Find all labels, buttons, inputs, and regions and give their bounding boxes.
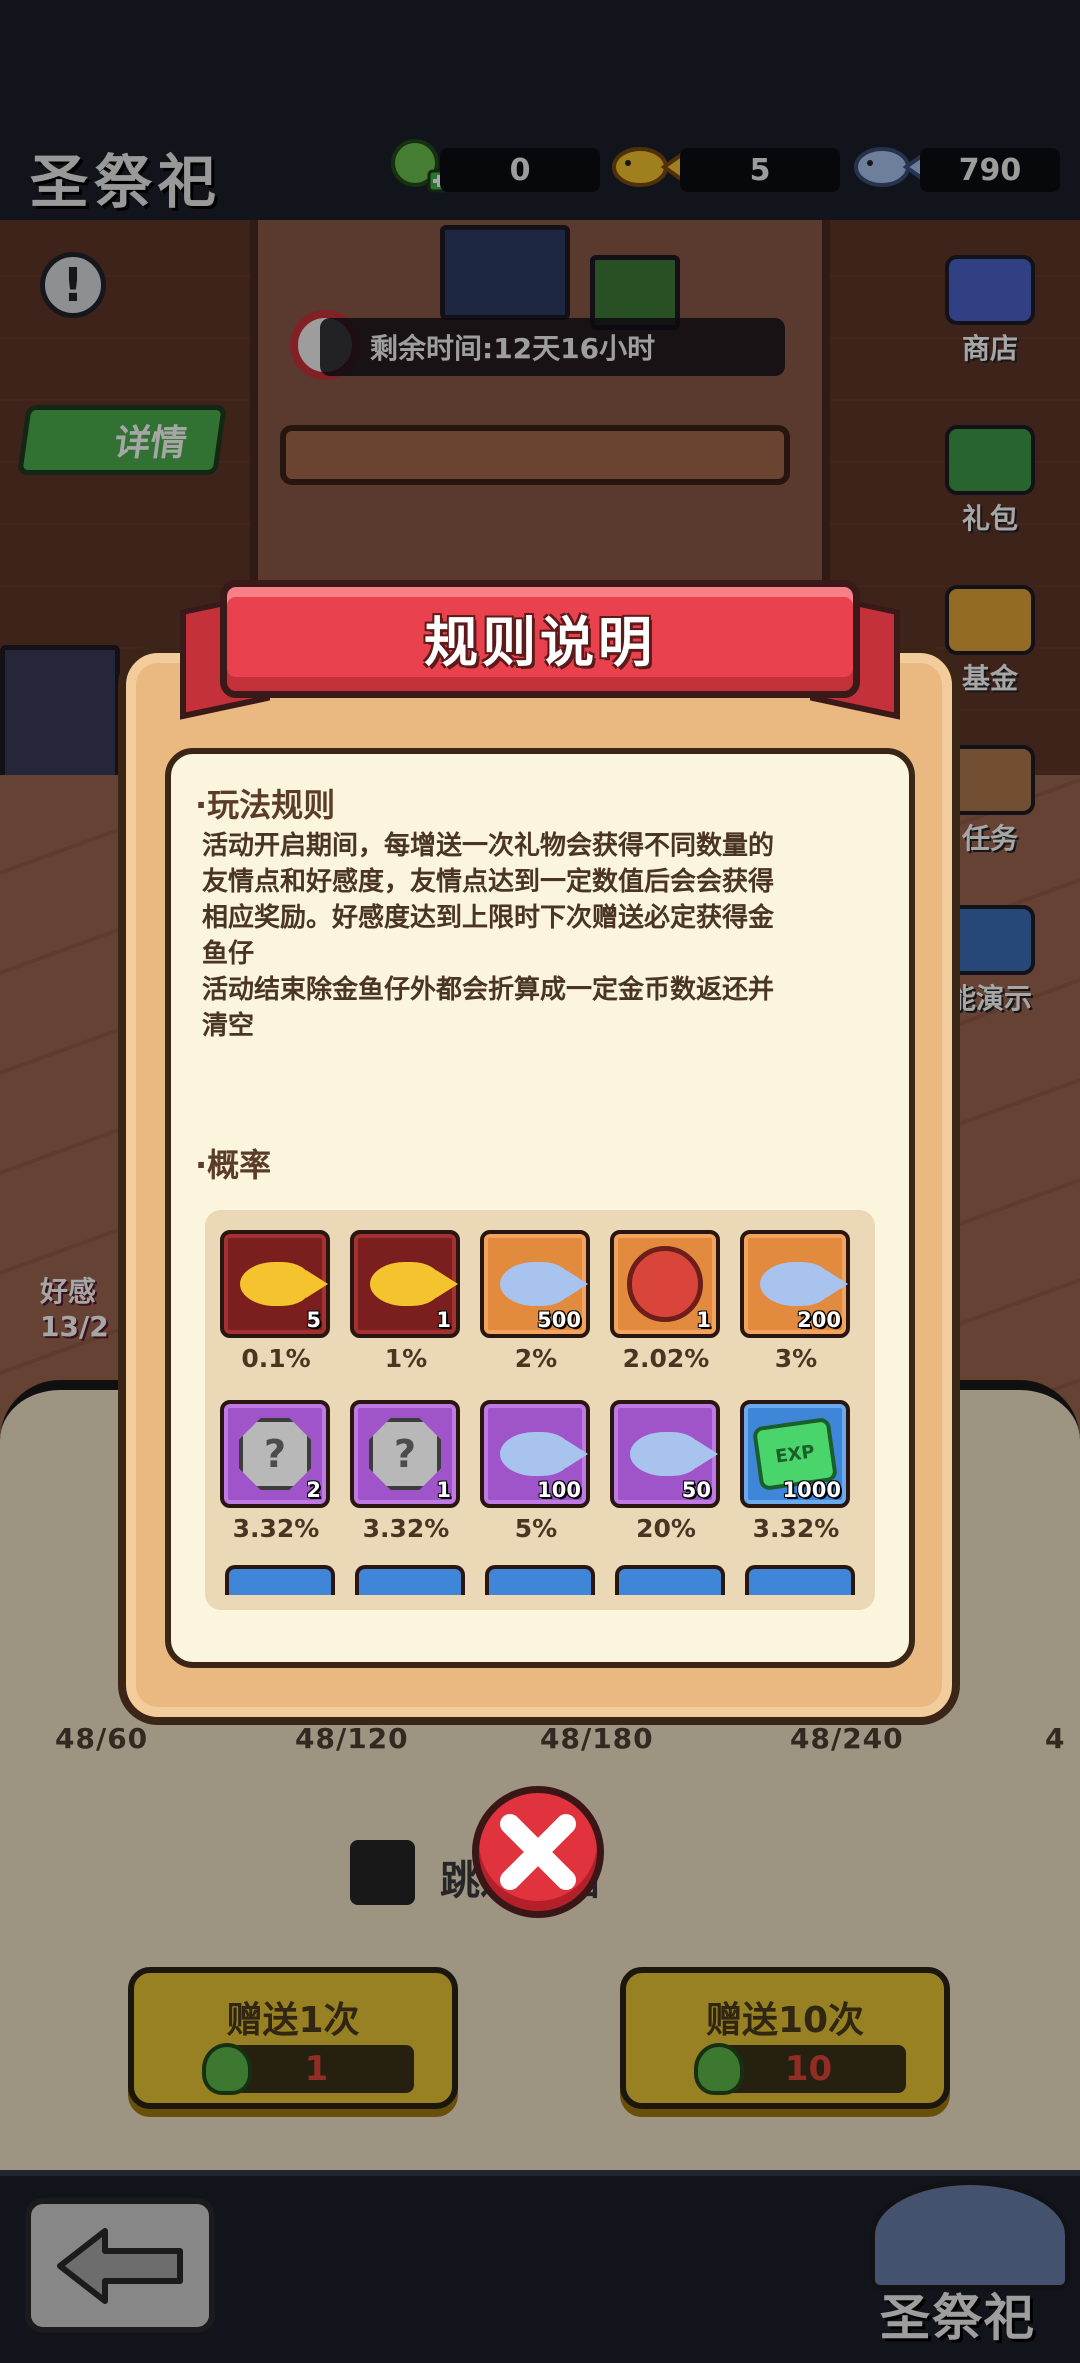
reward-probability: 2.02% — [622, 1344, 710, 1373]
reward-tile-partial — [615, 1565, 725, 1595]
gold-fish-icon — [370, 1262, 458, 1306]
reward-item: ? 2 3.32% — [220, 1400, 332, 1543]
reward-probability: 3% — [774, 1344, 818, 1373]
reward-tile: EXP 1000 — [740, 1400, 850, 1508]
mystery-stone-icon: ? — [369, 1418, 441, 1490]
reward-tile-partial — [355, 1565, 465, 1595]
silver-fish-icon — [500, 1432, 588, 1476]
reward-item: 1 2.02% — [610, 1230, 722, 1373]
reward-tile: 5 — [220, 1230, 330, 1338]
reward-probability: 0.1% — [241, 1344, 311, 1373]
reward-item: EXP 1000 3.32% — [740, 1400, 852, 1543]
close-button[interactable] — [472, 1786, 604, 1918]
reward-tile-partial — [225, 1565, 335, 1595]
close-icon — [500, 1814, 576, 1890]
reward-quantity: 200 — [797, 1308, 841, 1332]
reward-tile: 1 — [350, 1230, 460, 1338]
reward-quantity: 2 — [306, 1478, 321, 1502]
reward-tile: 100 — [480, 1400, 590, 1508]
reward-item: 200 3% — [740, 1230, 852, 1373]
reward-quantity: 5 — [306, 1308, 321, 1332]
reward-tile: 50 — [610, 1400, 720, 1508]
reward-quantity: 100 — [537, 1478, 581, 1502]
reward-item: 100 5% — [480, 1400, 592, 1543]
rules-text: 活动开启期间，每增送一次礼物会获得不同数量的 友情点和好感度，友情点达到一定数值… — [202, 831, 775, 1041]
reward-tile: ? 2 — [220, 1400, 330, 1508]
reward-probability: 3.32% — [232, 1514, 320, 1543]
reward-tile: ? 1 — [350, 1400, 460, 1508]
reward-probability: 20% — [636, 1514, 696, 1543]
rules-heading: ·玩法规则 — [195, 786, 336, 824]
reward-quantity: 1 — [436, 1478, 451, 1502]
silver-fish-icon — [500, 1262, 588, 1306]
reward-tile-partial — [745, 1565, 855, 1595]
reward-tile: 200 — [740, 1230, 850, 1338]
probability-list[interactable]: 5 0.1% 1 1% 500 2% 1 2.02% 200 3%? 2 3.32%? 1 3.32% 10… — [205, 1210, 875, 1610]
probability-heading: ·概率 — [195, 1146, 272, 1184]
reward-tile: 1 — [610, 1230, 720, 1338]
reward-item: 5 0.1% — [220, 1230, 332, 1373]
reward-probability: 3.32% — [362, 1514, 450, 1543]
reward-item: 500 2% — [480, 1230, 592, 1373]
red-seal-icon — [627, 1246, 703, 1322]
reward-probability: 3.32% — [752, 1514, 840, 1543]
reward-probability: 5% — [514, 1514, 558, 1543]
silver-fish-icon — [630, 1432, 718, 1476]
reward-item: 1 1% — [350, 1230, 462, 1373]
reward-tile-partial — [485, 1565, 595, 1595]
reward-quantity: 500 — [537, 1308, 581, 1332]
reward-probability: 2% — [514, 1344, 558, 1373]
reward-quantity: 1000 — [782, 1478, 841, 1502]
reward-quantity: 50 — [681, 1478, 711, 1502]
reward-probability: 1% — [384, 1344, 428, 1373]
reward-tile: 500 — [480, 1230, 590, 1338]
reward-item: 50 20% — [610, 1400, 722, 1543]
reward-quantity: 1 — [696, 1308, 711, 1332]
silver-fish-icon — [760, 1262, 848, 1306]
reward-quantity: 1 — [436, 1308, 451, 1332]
mystery-stone-icon: ? — [239, 1418, 311, 1490]
reward-item: ? 1 3.32% — [350, 1400, 462, 1543]
gold-fish-icon — [240, 1262, 328, 1306]
dialog-title: 规则说明 — [424, 611, 656, 674]
